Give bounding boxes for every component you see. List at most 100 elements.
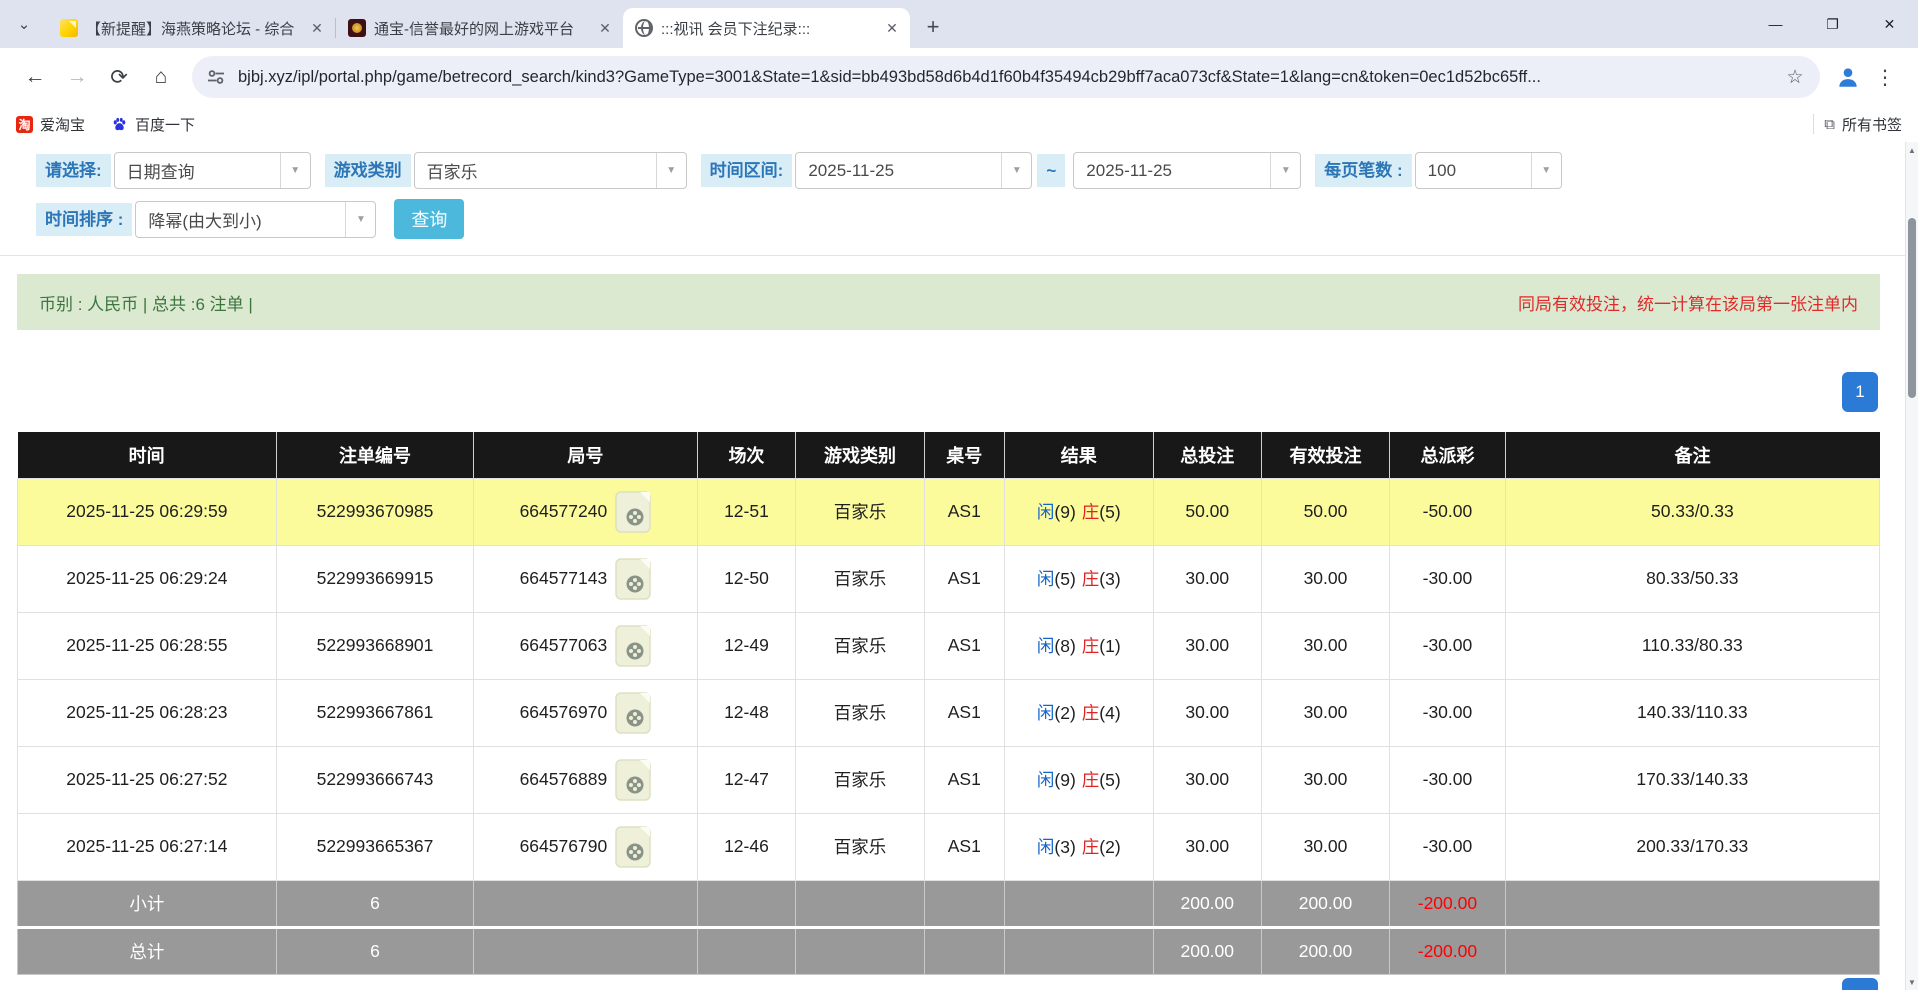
player-result-value: (8) [1054, 636, 1075, 656]
banker-result-value: (1) [1099, 636, 1120, 656]
bookmark-label: 爱淘宝 [40, 114, 85, 135]
valid-bet: 30.00 [1261, 746, 1389, 813]
profile-avatar-icon[interactable] [1830, 59, 1866, 95]
table-number: AS1 [924, 545, 1004, 612]
session-number: 12-47 [697, 746, 796, 813]
sort-label: 时间排序 : [36, 203, 132, 236]
banker-result-value: (5) [1099, 502, 1120, 522]
banker-result-label: 庄 [1082, 703, 1100, 723]
tab-close-icon[interactable]: ✕ [595, 18, 615, 38]
player-result-value: (9) [1054, 770, 1075, 790]
minimize-button[interactable]: — [1747, 4, 1804, 44]
table-row: 2025-11-25 06:28:23 522993667861 6645769… [18, 679, 1880, 746]
date-to-value: 2025-11-25 [1074, 161, 1270, 181]
game-type-select[interactable]: 百家乐 ▼ [414, 152, 687, 189]
url-text[interactable]: bjbj.xyz/ipl/portal.php/game/betrecord_s… [238, 68, 1778, 87]
round-id-cell: 664576970 [474, 679, 697, 746]
all-bookmarks-button[interactable]: ⧉ 所有书签 [1824, 114, 1902, 135]
home-button[interactable]: ⌂ [140, 56, 182, 98]
round-id: 664577143 [520, 568, 608, 589]
round-id-cell: 664577063 [474, 612, 697, 679]
restore-button[interactable]: ❐ [1804, 4, 1861, 44]
table-row: 2025-11-25 06:28:55 522993668901 6645770… [18, 612, 1880, 679]
close-window-button[interactable]: ✕ [1861, 4, 1918, 44]
bookmark-label: 百度一下 [135, 114, 195, 135]
bet-time: 2025-11-25 06:27:14 [18, 813, 277, 880]
date-from-select[interactable]: 2025-11-25 ▼ [795, 152, 1032, 189]
table-number: AS1 [924, 746, 1004, 813]
bookmarks-divider [1813, 114, 1814, 134]
banker-result-value: (2) [1099, 837, 1120, 857]
result-cell: 闲(2)庄(4) [1004, 679, 1153, 746]
page-content: 请选择: 日期查询 ▼ 游戏类别 百家乐 ▼ 时间区间: 2025-11-25 … [0, 142, 1905, 990]
scroll-up-icon[interactable]: ▲ [1906, 142, 1918, 158]
sort-select[interactable]: 降幂(由大到小) ▼ [135, 201, 376, 238]
video-playback-icon[interactable] [615, 826, 651, 868]
pagination: 1 [0, 372, 1878, 412]
section-divider [0, 255, 1905, 256]
window-controls: — ❐ ✕ [1747, 0, 1918, 48]
chevron-down-icon: ▼ [1531, 153, 1561, 188]
tab-close-icon[interactable]: ✕ [307, 18, 327, 38]
video-playback-icon[interactable] [615, 625, 651, 667]
total-bet[interactable]: 30.00 [1153, 746, 1261, 813]
round-id-cell: 664577240 [474, 478, 697, 545]
query-type-select[interactable]: 日期查询 ▼ [114, 152, 311, 189]
filter-row-1: 请选择: 日期查询 ▼ 游戏类别 百家乐 ▼ 时间区间: 2025-11-25 … [36, 152, 1905, 189]
player-result-label: 闲 [1037, 770, 1055, 790]
player-result-value: (3) [1054, 837, 1075, 857]
total-bet[interactable]: 50.00 [1153, 478, 1261, 545]
game-type: 百家乐 [796, 612, 924, 679]
column-header: 时间 [18, 432, 277, 478]
round-id: 664577063 [520, 635, 608, 656]
site-settings-icon[interactable] [206, 67, 226, 87]
remark: 170.33/140.33 [1505, 746, 1879, 813]
player-result-label: 闲 [1037, 703, 1055, 723]
browser-tab-1[interactable]: 【新提醒】海燕策略论坛 - 综合 ✕ [48, 8, 335, 48]
total-bet[interactable]: 30.00 [1153, 545, 1261, 612]
player-result-label: 闲 [1037, 837, 1055, 857]
date-to-select[interactable]: 2025-11-25 ▼ [1073, 152, 1301, 189]
bookmark-baidu[interactable]: 百度一下 [111, 114, 195, 135]
scrollbar-thumb[interactable] [1908, 218, 1916, 398]
browser-tab-active[interactable]: :::视讯 会员下注纪录::: ✕ [623, 8, 910, 48]
search-button[interactable]: 查询 [394, 199, 464, 239]
column-header: 结果 [1004, 432, 1153, 478]
scroll-down-icon[interactable]: ▼ [1906, 974, 1918, 990]
browser-menu-icon[interactable]: ⋮ [1866, 58, 1904, 96]
column-header: 场次 [697, 432, 796, 478]
total-bet[interactable]: 30.00 [1153, 679, 1261, 746]
reload-button[interactable]: ⟳ [98, 56, 140, 98]
remark: 140.33/110.33 [1505, 679, 1879, 746]
bookmark-taobao[interactable]: 淘 爱淘宝 [16, 114, 85, 135]
video-playback-icon[interactable] [615, 491, 651, 533]
tab-search-chevron-icon[interactable]: ⌄ [0, 0, 48, 48]
valid-bet: 50.00 [1261, 478, 1389, 545]
new-tab-button[interactable]: + [916, 10, 950, 44]
page-1-button[interactable]: 1 [1842, 372, 1878, 412]
bookmark-star-icon[interactable]: ☆ [1778, 60, 1812, 94]
column-header: 游戏类别 [796, 432, 924, 478]
tab-close-icon[interactable]: ✕ [882, 18, 902, 38]
banker-result-label: 庄 [1082, 502, 1100, 522]
address-bar[interactable]: bjbj.xyz/ipl/portal.php/game/betrecord_s… [192, 56, 1820, 98]
tab-title: 通宝-信誉最好的网上游戏平台 [374, 18, 587, 39]
subtotal-valid-bet: 200.00 [1261, 880, 1389, 927]
browser-tab-2[interactable]: 通宝-信誉最好的网上游戏平台 ✕ [336, 8, 623, 48]
video-playback-icon[interactable] [615, 759, 651, 801]
bottom-pagination-button[interactable] [1842, 978, 1878, 990]
video-playback-icon[interactable] [615, 692, 651, 734]
table-number: AS1 [924, 478, 1004, 545]
vertical-scrollbar[interactable]: ▲ ▼ [1905, 142, 1918, 990]
round-id-cell: 664576889 [474, 746, 697, 813]
bookmarks-bar: 淘 爱淘宝 百度一下 ⧉ 所有书签 [0, 106, 1918, 142]
total-bet[interactable]: 30.00 [1153, 813, 1261, 880]
forward-button[interactable]: → [56, 56, 98, 98]
video-playback-icon[interactable] [615, 558, 651, 600]
total-bet[interactable]: 30.00 [1153, 612, 1261, 679]
back-button[interactable]: ← [14, 56, 56, 98]
page-size-select[interactable]: 100 ▼ [1415, 152, 1562, 189]
total-count: 6 [276, 927, 473, 974]
payout: -50.00 [1390, 478, 1505, 545]
banker-result-value: (5) [1099, 770, 1120, 790]
